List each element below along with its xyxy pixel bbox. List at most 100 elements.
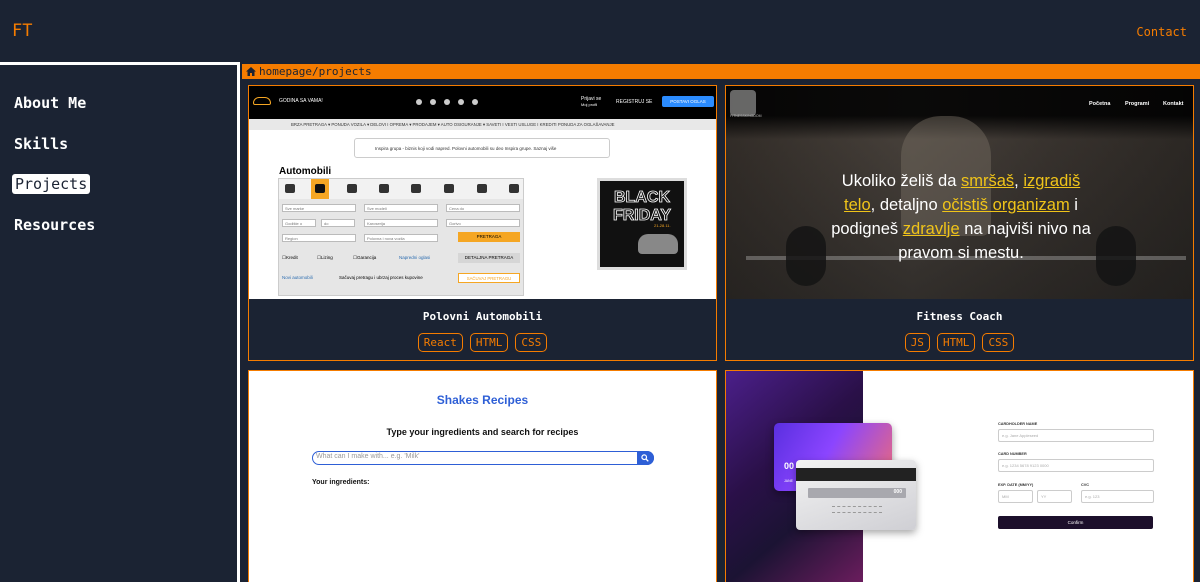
tag-css: CSS xyxy=(515,333,548,352)
preview-register: REGISTRUJ SE xyxy=(616,99,653,105)
preview-confirm-button: Confirm xyxy=(998,516,1153,529)
banner-title: BLACK FRIDAY xyxy=(612,189,672,225)
label-cvc: CVC xyxy=(1081,483,1090,487)
truck-icon xyxy=(379,184,389,193)
car-icon xyxy=(315,184,325,193)
credit-card-back: 000 xyxy=(796,460,916,530)
preview-post-ad-button: POSTAVI OGLAS xyxy=(662,96,714,107)
preview-field-year-from: Godište o xyxy=(282,219,316,227)
youtube-icon xyxy=(416,99,422,105)
project-title: Polovni Automobili xyxy=(422,310,543,323)
preview-new-cars-link: Novi automobili xyxy=(282,275,313,280)
tag-js: JS xyxy=(904,333,930,352)
preview-checkbox-lizing: ☐Lizing xyxy=(317,255,333,260)
fitness-logo xyxy=(730,90,756,116)
preview-site-header: GODINA SA VAMA! Prijavi se Moj profil RE… xyxy=(249,86,716,119)
tag-html: HTML xyxy=(936,333,976,352)
search-icon xyxy=(641,454,649,462)
preview-hero-text: Ukoliko želiš da smršaš, izgradiš telo, … xyxy=(831,169,1091,265)
excavator-icon xyxy=(444,184,454,193)
project-card-polovni[interactable]: GODINA SA VAMA! Prijavi se Moj profil RE… xyxy=(248,85,717,361)
preview-checkbox-kredit: ☐Kredit xyxy=(282,255,298,260)
sidebar-item-projects[interactable]: Projects xyxy=(12,174,91,194)
sidebar-item-skills[interactable]: Skills xyxy=(12,134,70,154)
weight-plate-left xyxy=(786,226,826,286)
project-card-shakes[interactable]: Shakes Recipes Type your ingredients and… xyxy=(248,370,717,582)
preview-save-text: Sačuvaj pretragu i ubrzaj proces kupovin… xyxy=(339,275,423,280)
preview-heading: Shakes Recipes xyxy=(436,393,529,407)
vehicle-type-tabs xyxy=(279,179,523,199)
preview-nav-home: Početna xyxy=(1089,101,1111,107)
preview-ingredients-label: Your ingredients: xyxy=(312,479,370,486)
breadcrumb-home-link[interactable]: homepage xyxy=(259,64,312,79)
preview-detailed-search-button: DETALJNA PRETRAGA xyxy=(458,253,520,263)
site-logo[interactable]: FT xyxy=(12,21,32,41)
fitness-logo-text: FITNESSKINGDOM xyxy=(730,114,762,118)
breadcrumb-current: projects xyxy=(318,65,372,78)
magnetic-stripe xyxy=(796,468,916,481)
project-preview-polovni[interactable]: GODINA SA VAMA! Prijavi se Moj profil RE… xyxy=(249,86,716,299)
preview-search-button: PRETRAGA xyxy=(458,232,520,242)
preview-black-friday-banner: BLACK FRIDAY 21-28.11. xyxy=(597,178,687,270)
label-exp-date: EXP. DATE (MM/YY) xyxy=(998,483,1034,487)
linkedin-icon xyxy=(472,99,478,105)
sidebar-item-resources[interactable]: Resources xyxy=(12,215,97,235)
breadcrumb-separator: / xyxy=(311,65,319,78)
preview-section-title: Automobili xyxy=(279,166,332,177)
project-preview-fitness[interactable]: FITNESSKINGDOM Početna Programi Kontakt … xyxy=(726,86,1193,299)
contact-link[interactable]: Contact xyxy=(1136,25,1187,39)
social-icons xyxy=(416,99,478,105)
preview-menu: BRZA PRETRAGA ▾ PONUDA VOZILA ▾ DELOVI I… xyxy=(249,119,716,130)
preview-field-region: Region xyxy=(282,234,356,242)
instagram-icon xyxy=(430,99,436,105)
project-preview-shakes[interactable]: Shakes Recipes Type your ingredients and… xyxy=(249,371,716,582)
project-tags: JS HTML CSS xyxy=(726,333,1193,352)
project-tags: React HTML CSS xyxy=(249,333,716,352)
facebook-icon xyxy=(458,99,464,105)
label-card-number: CARD NUMBER xyxy=(998,452,1027,456)
input-exp-year: YY xyxy=(1037,490,1072,503)
hero-text: , xyxy=(1014,172,1024,190)
project-card-payment[interactable]: 00 JANE 000 CARDHOLDER NAME e.g. Jane Ap… xyxy=(725,370,1194,582)
preview-search-input: What can I make with... e.g. 'Milk' xyxy=(316,453,420,460)
motorcycle-icon xyxy=(347,184,357,193)
hero-highlight: očistiš organizam xyxy=(942,196,1070,214)
preview-login: Prijavi se Moj profil xyxy=(581,96,602,107)
preview-save-search-button: SAČUVAJ PRETRAGU xyxy=(458,273,520,283)
sidebar-item-about-me[interactable]: About Me xyxy=(12,93,88,113)
preview-search-button xyxy=(637,451,654,465)
tag-html: HTML xyxy=(469,333,509,352)
card-front-name: JANE xyxy=(784,479,793,483)
tractor-icon xyxy=(411,184,421,193)
banner-date: 21-28.11. xyxy=(654,223,671,228)
preview-nav-programs: Programi xyxy=(1125,101,1150,107)
preview-field-fuel: Gorivo xyxy=(446,219,520,227)
input-cardholder-name: e.g. Jane Appleseed xyxy=(998,429,1154,442)
breadcrumb: homepage / projects xyxy=(242,64,1200,79)
input-cvc: e.g. 123 xyxy=(1081,490,1154,503)
preview-promo: Inspira grupa - biznis koji vodi napred.… xyxy=(354,138,610,158)
preview-field-condition: Polovna i nova vozila xyxy=(364,234,438,242)
project-preview-payment[interactable]: 00 JANE 000 CARDHOLDER NAME e.g. Jane Ap… xyxy=(726,371,1193,582)
label-cardholder-name: CARDHOLDER NAME xyxy=(998,422,1038,426)
preview-field-make: Sve marke xyxy=(282,204,356,212)
input-exp-month: MM xyxy=(998,490,1033,503)
preview-field-body: Karoserija xyxy=(364,219,438,227)
input-card-number: e.g. 1234 5678 9123 0000 xyxy=(998,459,1154,472)
hero-highlight: zdravlje xyxy=(902,220,960,238)
card-back-cvc: 000 xyxy=(893,489,902,495)
boat-icon xyxy=(477,184,487,193)
signature-strip: 000 xyxy=(808,488,906,498)
bicycle-icon xyxy=(509,184,519,193)
project-title: Fitness Coach xyxy=(916,310,1003,323)
project-card-fitness[interactable]: FITNESSKINGDOM Početna Programi Kontakt … xyxy=(725,85,1194,361)
hero-text: Ukoliko želiš da xyxy=(841,172,961,190)
home-icon[interactable] xyxy=(246,67,256,76)
sidebar: About Me Skills Projects Resources xyxy=(0,62,240,582)
tire-icon xyxy=(285,184,295,193)
preview-new-ads-link: Napredni oglasi xyxy=(399,255,431,260)
weight-plate-right xyxy=(1096,226,1136,286)
preview-nav-contact: Kontakt xyxy=(1163,101,1184,107)
tag-css: CSS xyxy=(982,333,1015,352)
preview-field-year-to: do xyxy=(321,219,355,227)
